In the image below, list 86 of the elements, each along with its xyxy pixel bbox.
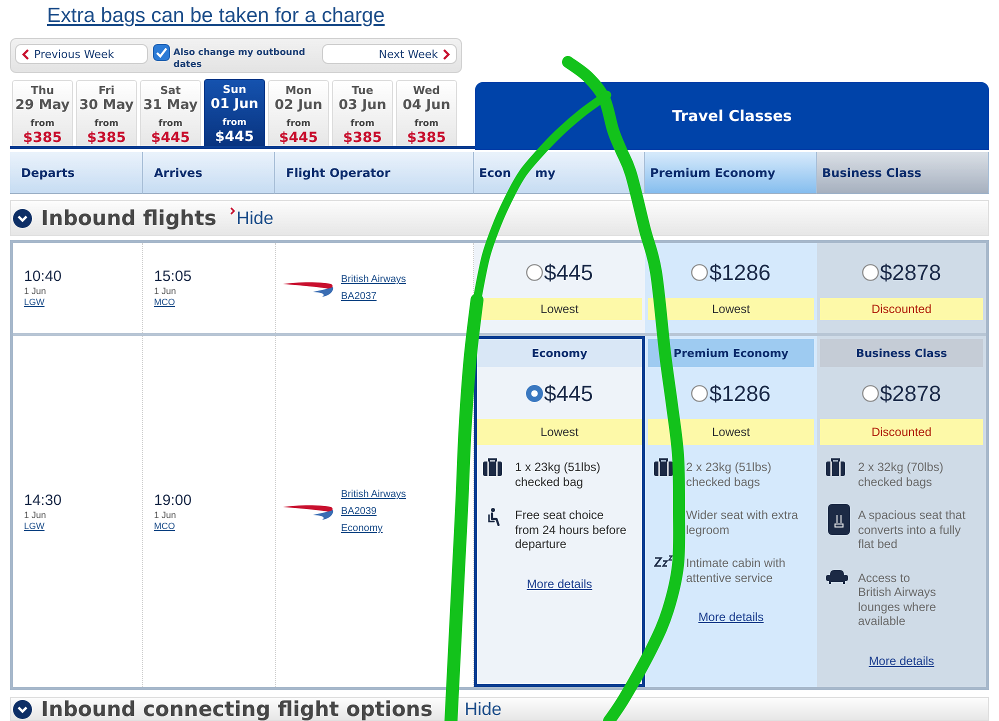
- fare-label: Lowest: [477, 419, 642, 445]
- flight-date: 1 Jun: [154, 508, 176, 520]
- suitcase-icon: [654, 458, 673, 476]
- operator-link[interactable]: Economy: [341, 522, 406, 535]
- collapse-toggle-icon[interactable]: [13, 208, 32, 228]
- feature-text: 2 x 32kg (70lbs) checked bags: [858, 459, 944, 489]
- fare-price: $2878: [880, 260, 942, 284]
- seated-person-icon: [488, 508, 501, 526]
- departure-time: 10:40: [24, 268, 62, 285]
- flight-date: 1 Jun: [24, 285, 46, 297]
- more-details-link[interactable]: More details: [868, 654, 934, 668]
- more-details-link[interactable]: More details: [698, 610, 764, 624]
- fare-class-header: Economy: [477, 339, 642, 367]
- date-tab[interactable]: Mon 02 Jun from $445: [268, 80, 329, 146]
- fare-price: $445: [544, 380, 593, 406]
- section-title: Inbound connecting flight options: [41, 698, 433, 720]
- column-label: Flight Operator: [286, 166, 390, 180]
- next-week-button[interactable]: Next Week: [322, 44, 457, 64]
- airline-swoosh-logo: [283, 503, 334, 520]
- flight-date: 1 Jun: [24, 508, 46, 520]
- collapse-toggle-icon[interactable]: [13, 700, 32, 718]
- column-label: my: [535, 166, 556, 180]
- fare-radio[interactable]: [862, 264, 879, 280]
- fare-price: $445: [544, 260, 593, 284]
- fare-label: Lowest: [648, 298, 814, 320]
- fare-price: $1286: [709, 380, 771, 406]
- sleep-icon: [654, 555, 673, 568]
- suitcase-icon: [826, 458, 845, 476]
- airport-link[interactable]: LGW: [24, 520, 45, 532]
- more-details-link[interactable]: More details: [526, 576, 592, 590]
- date-tab[interactable]: Tue 03 Jun from $385: [332, 80, 393, 146]
- column-label: Premium Economy: [650, 166, 776, 180]
- fare-label: Discounted: [820, 419, 983, 445]
- date-tab[interactable]: Fri 30 May from $385: [76, 80, 137, 146]
- fare-radio[interactable]: [526, 384, 544, 402]
- fare-radio[interactable]: [691, 264, 708, 280]
- feature-text: Free seat choice from 24 hours before departure: [515, 507, 626, 552]
- column-label: Econ: [479, 166, 512, 180]
- chevron-right-icon: [443, 48, 450, 60]
- fare-radio[interactable]: [691, 384, 708, 402]
- airport-link[interactable]: LGW: [24, 297, 45, 308]
- hide-link[interactable]: Hide: [464, 699, 502, 719]
- fare-price: $2878: [880, 380, 942, 406]
- feature-text: 2 x 23kg (51lbs) checked bags: [686, 459, 772, 489]
- extra-bags-link[interactable]: Extra bags can be taken for a charge: [47, 4, 385, 27]
- fare-label: Lowest: [648, 419, 814, 445]
- operator-link[interactable]: British Airways: [341, 273, 406, 286]
- checkbox-label: Also change my outbound dates: [173, 47, 306, 71]
- column-label: Arrives: [154, 166, 202, 180]
- date-tab[interactable]: Thu 29 May from $385: [12, 80, 73, 146]
- operator-link[interactable]: BA2037: [341, 290, 406, 303]
- suitcase-icon: [483, 458, 502, 476]
- airport-link[interactable]: MCO: [154, 297, 175, 308]
- column-label: Business Class: [822, 166, 922, 180]
- fare-price: $1286: [709, 260, 771, 284]
- arrival-time: 19:00: [154, 492, 192, 508]
- fare-class-header: Premium Economy: [648, 339, 814, 367]
- feature-text: A spacious seat that converts into a fully flat bed: [858, 507, 966, 552]
- travel-classes-header: Travel Classes: [475, 82, 989, 150]
- outbound-dates-checkbox[interactable]: [153, 44, 170, 61]
- arrival-time: 15:05: [154, 268, 192, 285]
- date-tab[interactable]: Sun 01 Jun from $445: [204, 79, 265, 146]
- fare-radio[interactable]: [526, 264, 544, 280]
- feature-text: Intimate cabin with attentive service: [686, 555, 786, 585]
- feature-text: Access to British Airways lounges where available: [858, 570, 936, 628]
- chevron-left-icon: [22, 48, 29, 60]
- section-title: Inbound flights: [41, 207, 216, 229]
- fare-label: Discounted: [820, 298, 983, 320]
- airline-swoosh-logo: [283, 280, 334, 296]
- date-tab[interactable]: Wed 04 Jun from $385: [396, 80, 457, 146]
- date-tab[interactable]: Sat 31 May from $445: [140, 80, 201, 146]
- chevron-icon: [230, 207, 236, 215]
- column-label: Departs: [21, 166, 75, 180]
- hide-link[interactable]: Hide: [236, 208, 274, 228]
- airport-link[interactable]: MCO: [154, 520, 175, 532]
- operator-link[interactable]: British Airways: [341, 488, 406, 501]
- departure-time: 14:30: [24, 492, 62, 508]
- fare-class-header: Business Class: [820, 339, 983, 367]
- previous-week-button[interactable]: Previous Week: [15, 44, 148, 64]
- flight-date: 1 Jun: [154, 285, 176, 297]
- operator-link[interactable]: BA2039: [341, 505, 406, 518]
- seat-pod-icon: [828, 504, 850, 535]
- feature-text: 1 x 23kg (51lbs) checked bag: [515, 459, 600, 489]
- feature-text: Wider seat with extra legroom: [686, 507, 798, 537]
- armchair-icon: [826, 570, 848, 584]
- fare-radio[interactable]: [862, 384, 879, 402]
